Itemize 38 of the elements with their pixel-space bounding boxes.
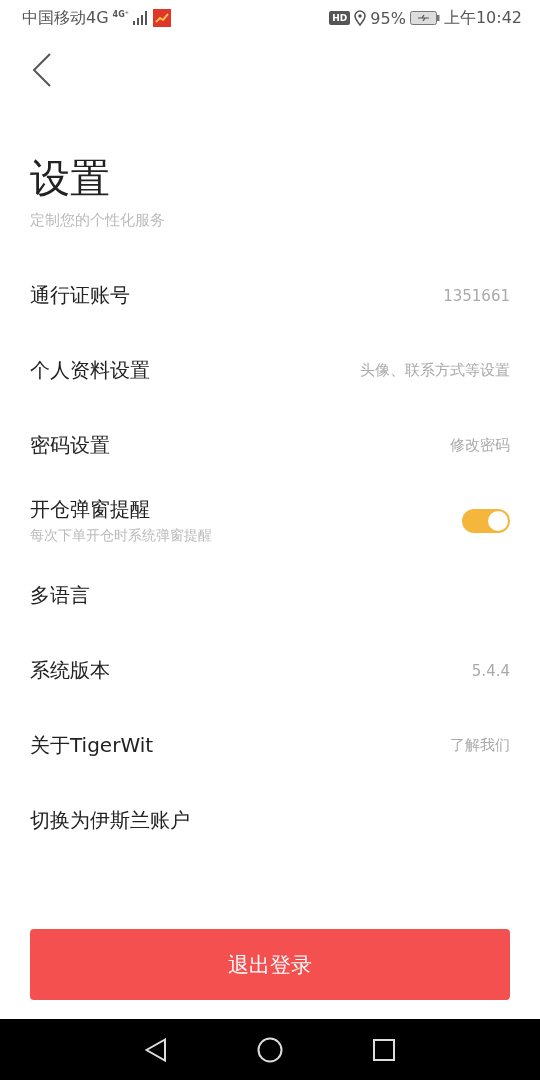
page-title: 设置 [30, 154, 111, 203]
location-icon [354, 10, 367, 26]
hd-badge: HD [329, 11, 351, 25]
row-label: 系统版本 [30, 657, 110, 684]
battery-percent: 95% [370, 8, 406, 28]
row-label: 通行证账号 [30, 282, 130, 309]
recent-apps-icon[interactable] [373, 1038, 395, 1061]
home-nav-icon[interactable] [257, 1036, 283, 1063]
settings-row[interactable]: 开仓弹窗提醒 每次下单开仓时系统弹窗提醒 [0, 483, 540, 558]
signal-icon [132, 11, 149, 25]
row-value: 了解我们 [450, 736, 510, 755]
row-value: 头像、联系方式等设置 [360, 361, 510, 380]
battery-icon [409, 11, 440, 25]
row-label: 多语言 [30, 582, 90, 609]
settings-row[interactable]: 切换为伊斯兰账户 [0, 783, 540, 858]
settings-row[interactable]: 关于TigerWit 了解我们 [0, 708, 540, 783]
row-note: 每次下单开仓时系统弹窗提醒 [30, 527, 212, 545]
settings-row[interactable]: 密码设置 修改密码 [0, 408, 540, 483]
row-value: 5.4.4 [471, 661, 510, 680]
back-icon[interactable] [32, 53, 52, 87]
clock: 上午10:42 [443, 7, 522, 29]
row-value: 1351661 [443, 286, 510, 305]
settings-row[interactable]: 系统版本 5.4.4 [0, 633, 540, 708]
toggle-switch[interactable] [462, 508, 510, 533]
row-label: 开仓弹窗提醒 [30, 496, 151, 523]
network-type: 4G⁺ [112, 9, 129, 19]
settings-row[interactable]: 通行证账号 1351661 [0, 258, 540, 333]
carrier-name: 中国移动4G [22, 7, 109, 29]
row-label: 切换为伊斯兰账户 [30, 807, 190, 834]
row-label: 个人资料设置 [30, 357, 150, 384]
row-label: 密码设置 [30, 432, 110, 459]
back-nav-icon[interactable] [145, 1037, 167, 1062]
row-label: 关于TigerWit [30, 732, 154, 759]
row-value: 修改密码 [450, 436, 510, 455]
app-icon [152, 9, 171, 27]
settings-row[interactable]: 个人资料设置 头像、联系方式等设置 [0, 333, 540, 408]
settings-row[interactable]: 多语言 [0, 558, 540, 633]
page-subtitle: 定制您的个性化服务 [30, 210, 166, 230]
